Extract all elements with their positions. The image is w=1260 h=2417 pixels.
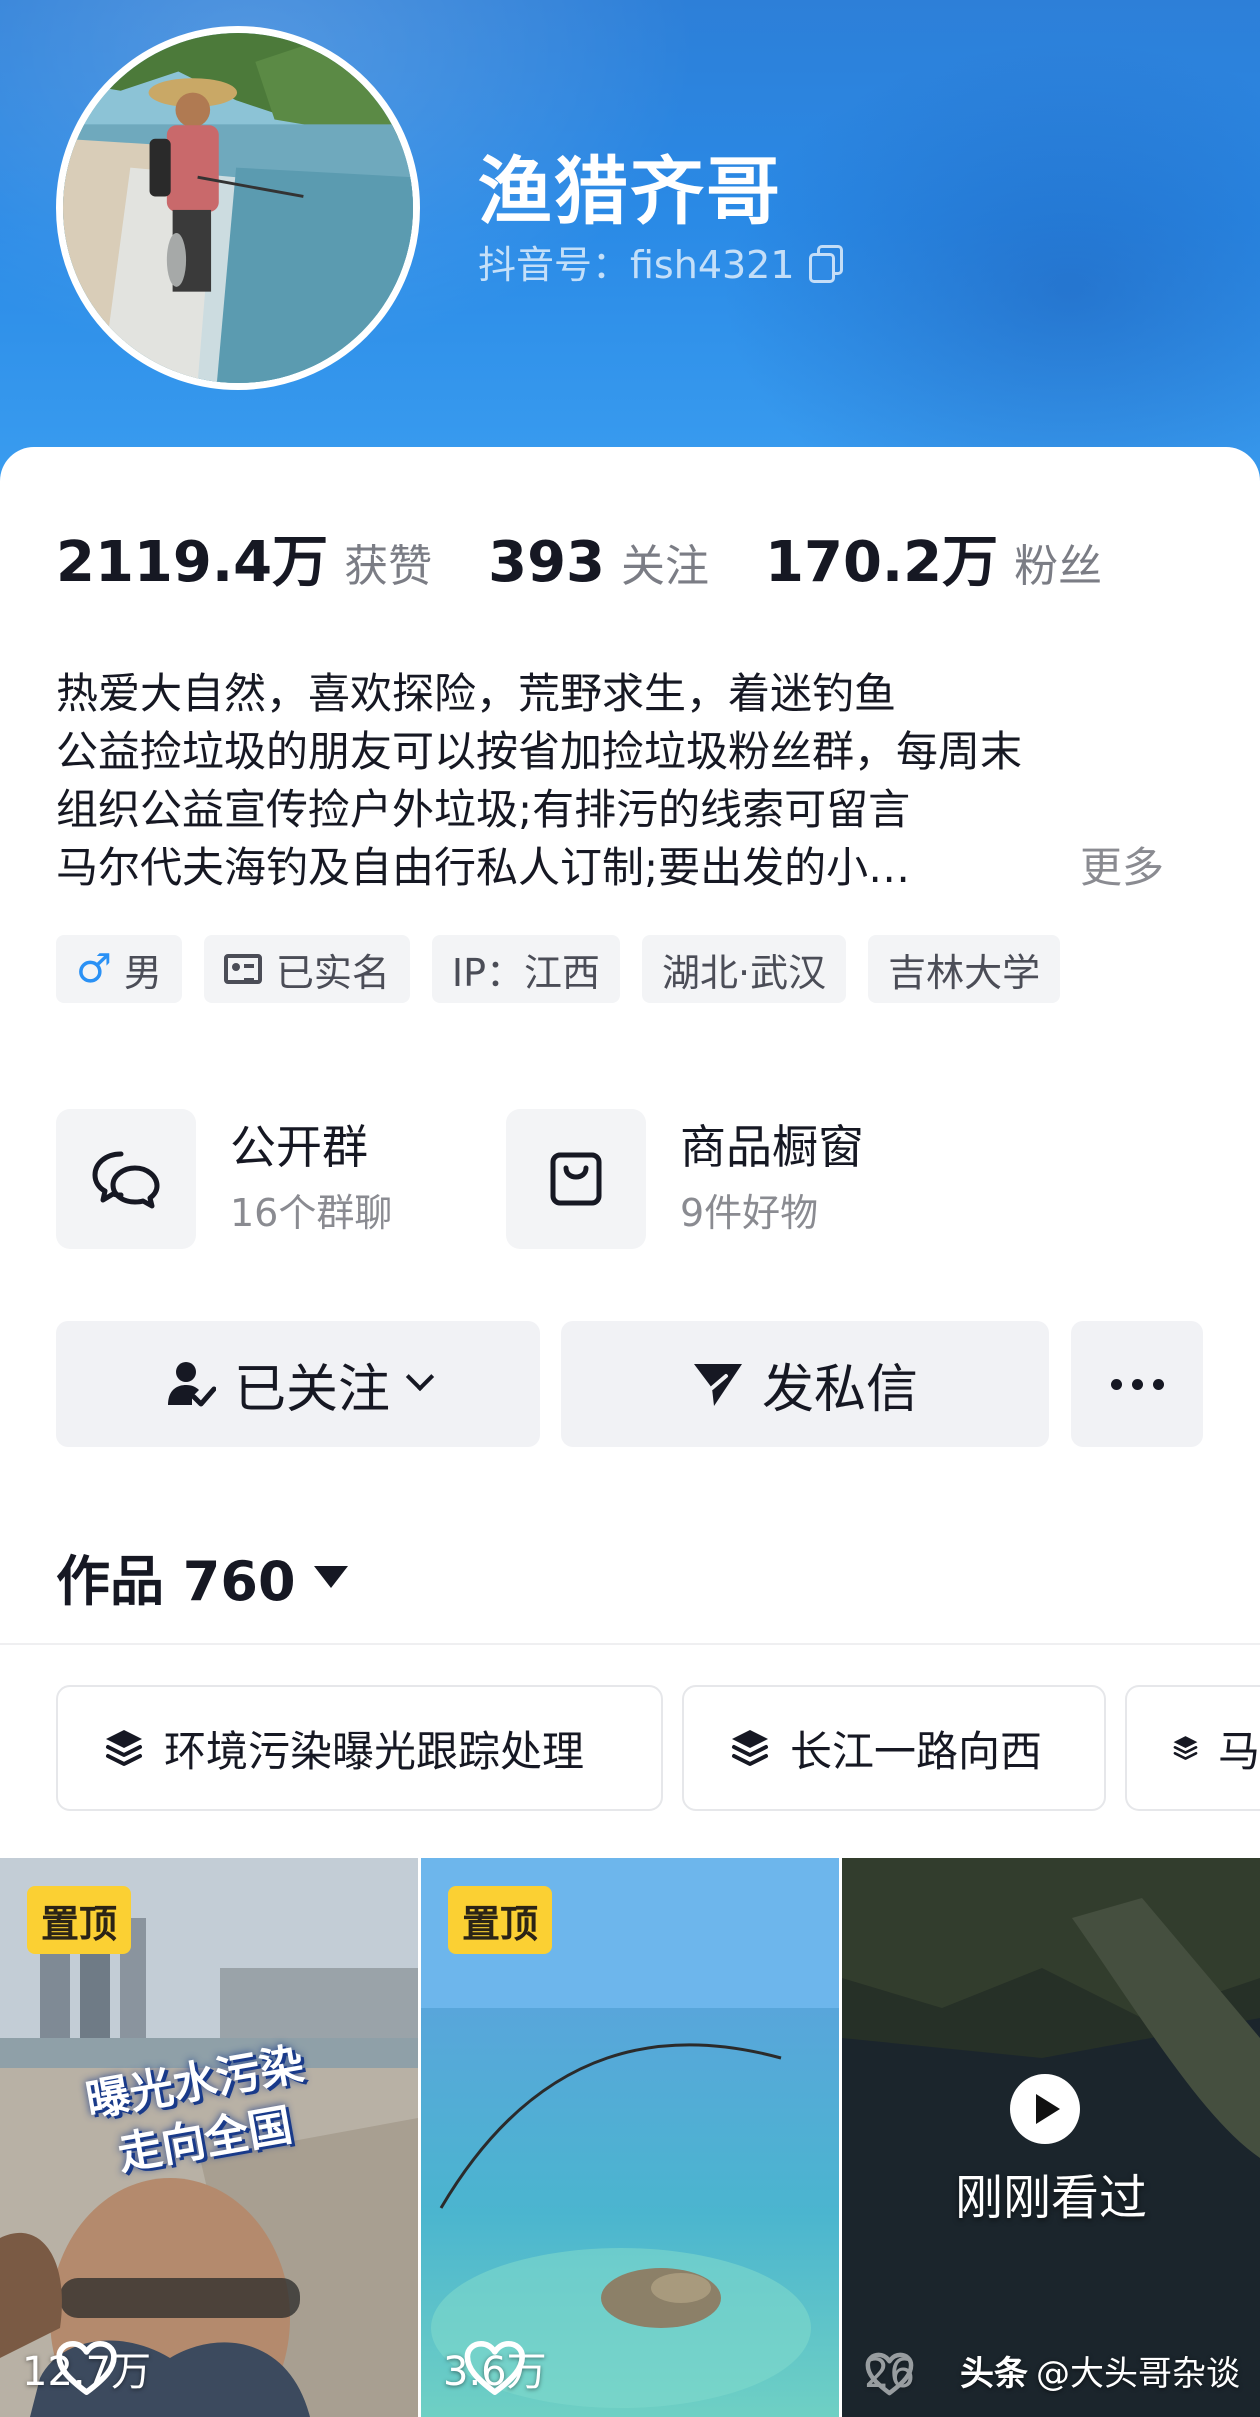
video-thumbnail[interactable]: 置顶 3.6万 xyxy=(421,1858,839,2417)
heart-icon xyxy=(56,2341,117,2395)
works-label: 作品 760 xyxy=(56,1550,296,1613)
play-icon xyxy=(1010,2074,1080,2144)
profile-tags: ♂ 男 已实名 IP：江西 湖北·武汉 吉林大学 xyxy=(56,935,1082,1003)
stat-followers-value: 170.2万 xyxy=(765,530,999,595)
stat-followers[interactable]: 170.2万 粉丝 xyxy=(765,517,1102,598)
tag-location: 湖北·武汉 xyxy=(642,935,847,1003)
chevron-down-icon xyxy=(405,1362,435,1392)
stat-following-value: 393 xyxy=(488,530,606,595)
collection-pill[interactable]: 长江一路向西 xyxy=(682,1685,1106,1811)
bio-line: 热爱大自然，喜欢探险，荒野求生，着迷钓鱼 xyxy=(56,669,897,718)
group-icon-box xyxy=(56,1109,196,1249)
shopping-bag-icon xyxy=(550,1152,602,1206)
bio: 热爱大自然，喜欢探险，荒野求生，着迷钓鱼 公益捡垃圾的朋友可以按省加捡垃圾粉丝群… xyxy=(56,665,1206,897)
layers-icon xyxy=(106,1730,142,1766)
stat-followers-label: 粉丝 xyxy=(1014,541,1103,592)
tag-verified-label: 已实名 xyxy=(275,950,390,995)
send-message-icon xyxy=(693,1364,742,1406)
recently-viewed-label: 刚刚看过 xyxy=(954,2170,1147,2226)
copy-icon[interactable] xyxy=(808,244,843,283)
male-icon: ♂ xyxy=(76,946,112,992)
heart-icon xyxy=(865,2352,914,2396)
stat-likes[interactable]: 2119.4万 获赞 xyxy=(56,517,432,598)
nickname: 渔猎齐哥 xyxy=(478,149,782,235)
message-button[interactable]: 发私信 xyxy=(561,1321,1049,1447)
video-thumbnail[interactable]: 置顶 曝光水污染 走向全国 12.7万 xyxy=(0,1858,418,2417)
watermark-handle: @大头哥杂谈 xyxy=(1036,2354,1240,2394)
more-dots-icon xyxy=(1106,1378,1169,1390)
like-count: 3.6万 xyxy=(443,2339,547,2397)
bio-line: 组织公益宣传捡户外垃圾;有排污的线索可留言 xyxy=(56,785,911,834)
pinned-badge: 置顶 xyxy=(448,1886,553,1954)
stat-likes-value: 2119.4万 xyxy=(56,530,329,595)
bio-line: 公益捡垃圾的朋友可以按省加捡垃圾粉丝群，每周末 xyxy=(56,727,1023,776)
watermark: 头条 @大头哥杂谈 xyxy=(960,2346,1240,2395)
stat-likes-label: 获赞 xyxy=(344,541,433,592)
tag-verified[interactable]: 已实名 xyxy=(203,935,410,1003)
douyin-id[interactable]: 抖音号：fish4321 xyxy=(478,234,843,289)
stat-following-label: 关注 xyxy=(621,541,710,592)
watermark-brand: 头条 xyxy=(960,2354,1028,2394)
like-count: 12.7万 xyxy=(22,2339,151,2397)
group-subtitle: 16个群聊 xyxy=(230,1191,393,1235)
collection-pill[interactable]: 环境污染曝光跟踪处理 xyxy=(56,1685,663,1811)
message-label: 发私信 xyxy=(761,1359,918,1420)
tag-gender-label: 男 xyxy=(123,950,162,995)
chat-bubbles-icon xyxy=(92,1151,160,1209)
more-button[interactable] xyxy=(1071,1321,1203,1447)
collection-title: 环境污染曝光跟踪处理 xyxy=(164,1726,585,1776)
stats-row: 2119.4万 获赞 393 关注 170.2万 粉丝 xyxy=(56,517,1158,598)
group-title: 公开群 xyxy=(230,1120,368,1174)
layers-icon xyxy=(732,1730,768,1766)
tag-school[interactable]: 吉林大学 xyxy=(868,935,1061,1003)
douyin-id-text: 抖音号：fish4321 xyxy=(478,243,795,287)
following-label: 已关注 xyxy=(233,1359,390,1420)
bio-line: 马尔代夫海钓及自由行私人订制;要出发的小… xyxy=(56,843,911,892)
stat-following[interactable]: 393 关注 xyxy=(488,530,709,595)
avatar[interactable] xyxy=(56,26,420,390)
collection-title: 马 xyxy=(1217,1726,1260,1776)
shop-subtitle: 9件好物 xyxy=(680,1191,819,1235)
collection-pill[interactable]: 马 xyxy=(1125,1685,1260,1811)
tag-ip: IP：江西 xyxy=(431,935,621,1003)
video-thumbnail[interactable]: 刚刚看过 26 头条 @大头哥杂谈 xyxy=(842,1858,1260,2417)
bio-more-link[interactable]: 更多 xyxy=(1080,839,1164,897)
divider xyxy=(0,1643,1260,1645)
shop-icon-box xyxy=(506,1109,646,1249)
layers-icon xyxy=(1173,1736,1198,1760)
id-card-icon xyxy=(223,954,262,984)
caret-down-icon xyxy=(313,1565,348,1588)
works-tab[interactable]: 作品 760 xyxy=(56,1537,348,1616)
bio-line-last: 马尔代夫海钓及自由行私人订制;要出发的小… 更多 xyxy=(56,839,1164,897)
collection-title: 长江一路向西 xyxy=(790,1726,1043,1776)
public-group-entry[interactable]: 公开群 16个群聊 xyxy=(56,1109,392,1249)
heart-icon xyxy=(464,2341,526,2395)
user-check-icon xyxy=(167,1362,216,1407)
tag-gender: ♂ 男 xyxy=(56,935,182,1003)
shop-window-entry[interactable]: 商品橱窗 9件好物 xyxy=(506,1109,864,1249)
pinned-badge: 置顶 xyxy=(27,1886,132,1954)
following-button[interactable]: 已关注 xyxy=(56,1321,540,1447)
like-count: 26 xyxy=(864,2351,915,2397)
shop-title: 商品橱窗 xyxy=(680,1120,864,1174)
